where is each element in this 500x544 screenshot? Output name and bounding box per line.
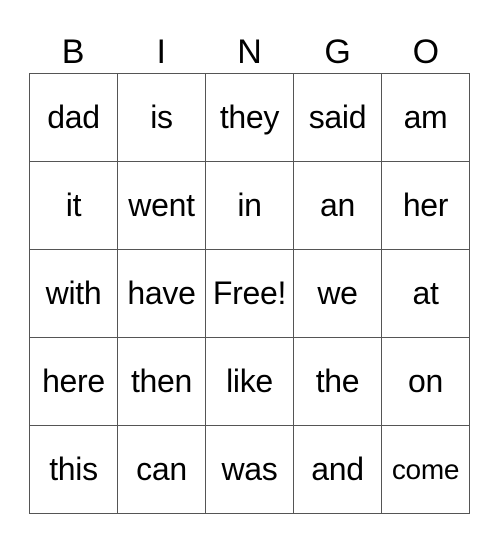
header-letter-o: O — [412, 33, 440, 71]
bingo-cell[interactable]: with — [30, 250, 118, 338]
bingo-cell[interactable]: said — [294, 74, 382, 162]
bingo-cell[interactable]: and — [294, 426, 382, 514]
bingo-cell[interactable]: was — [206, 426, 294, 514]
bingo-cell[interactable]: the — [294, 338, 382, 426]
bingo-cell[interactable]: then — [118, 338, 206, 426]
bingo-header: B I N G O — [29, 30, 470, 74]
bingo-cell[interactable]: it — [30, 162, 118, 250]
free-space-cell[interactable]: Free! — [206, 250, 294, 338]
bingo-cell[interactable]: in — [206, 162, 294, 250]
header-letter-n: N — [237, 33, 262, 71]
bingo-cell[interactable]: come — [382, 426, 470, 514]
bingo-grid: dad is they said am it went in an her wi… — [29, 73, 470, 514]
bingo-cell[interactable]: an — [294, 162, 382, 250]
bingo-cell[interactable]: like — [206, 338, 294, 426]
bingo-cell[interactable]: can — [118, 426, 206, 514]
bingo-cell[interactable]: went — [118, 162, 206, 250]
bingo-cell[interactable]: on — [382, 338, 470, 426]
header-letter-g: G — [324, 33, 351, 71]
bingo-cell[interactable]: at — [382, 250, 470, 338]
header-letter-i: I — [156, 33, 166, 71]
bingo-cell[interactable]: am — [382, 74, 470, 162]
bingo-cell[interactable]: we — [294, 250, 382, 338]
bingo-cell[interactable]: here — [30, 338, 118, 426]
bingo-cell[interactable]: her — [382, 162, 470, 250]
bingo-cell[interactable]: this — [30, 426, 118, 514]
bingo-cell[interactable]: is — [118, 74, 206, 162]
bingo-cell[interactable]: have — [118, 250, 206, 338]
bingo-cell[interactable]: they — [206, 74, 294, 162]
bingo-cell[interactable]: dad — [30, 74, 118, 162]
header-letter-b: B — [61, 33, 85, 71]
